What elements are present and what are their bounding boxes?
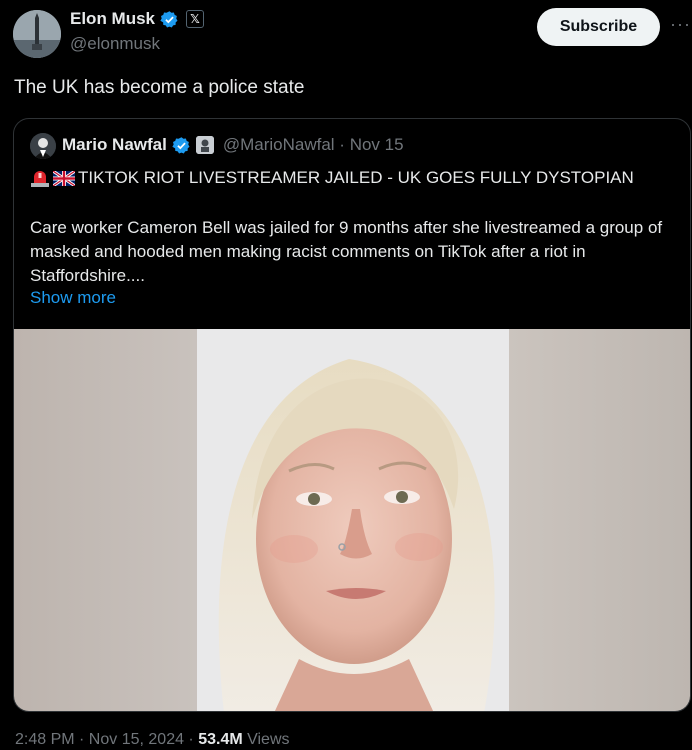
quote-author-row[interactable]: Mario Nawfal @MarioNawfal · Nov 15 [62,135,404,155]
quote-author-name[interactable]: Mario Nawfal [62,135,167,155]
quote-headline: TIKTOK RIOT LIVESTREAMER JAILED - UK GOE… [78,168,634,187]
author-name[interactable]: Elon Musk [70,9,155,29]
tweet-page: Elon Musk 𝕏 @elonmusk Subscribe ··· The … [0,0,692,750]
siren-emoji-icon [31,171,49,187]
quote-handle-date[interactable]: @MarioNawfal · Nov 15 [223,135,404,155]
uk-flag-icon [53,170,75,186]
quote-headline-row: TIKTOK RIOT LIVESTREAMER JAILED - UK GOE… [30,168,634,188]
quote-tweet-card[interactable]: Mario Nawfal @MarioNawfal · Nov 15 TIKTO… [13,118,691,712]
views-label: Views [242,731,290,748]
affiliate-badge-icon [195,136,214,154]
verified-badge-icon [172,136,190,153]
author-name-row[interactable]: Elon Musk 𝕏 [70,9,205,29]
views-count[interactable]: 53.4M [198,731,242,748]
show-more-link[interactable]: Show more [30,288,116,308]
tweet-meta: 2:48 PM · Nov 15, 2024 · 53.4M Views [15,731,290,749]
verified-badge-icon [160,10,178,27]
author-avatar[interactable] [13,10,61,58]
quote-body: Care worker Cameron Bell was jailed for … [30,218,663,285]
quote-author-avatar[interactable] [30,133,56,159]
x-logo-icon: 𝕏 [186,10,205,28]
subscribe-button[interactable]: Subscribe [537,8,660,46]
author-handle[interactable]: @elonmusk [70,34,160,54]
more-options-icon[interactable]: ··· [670,14,691,35]
quote-media-image[interactable] [14,329,690,711]
tweet-text: The UK has become a police state [14,77,305,98]
tweet-timestamp[interactable]: 2:48 PM · Nov 15, 2024 · [15,731,198,748]
